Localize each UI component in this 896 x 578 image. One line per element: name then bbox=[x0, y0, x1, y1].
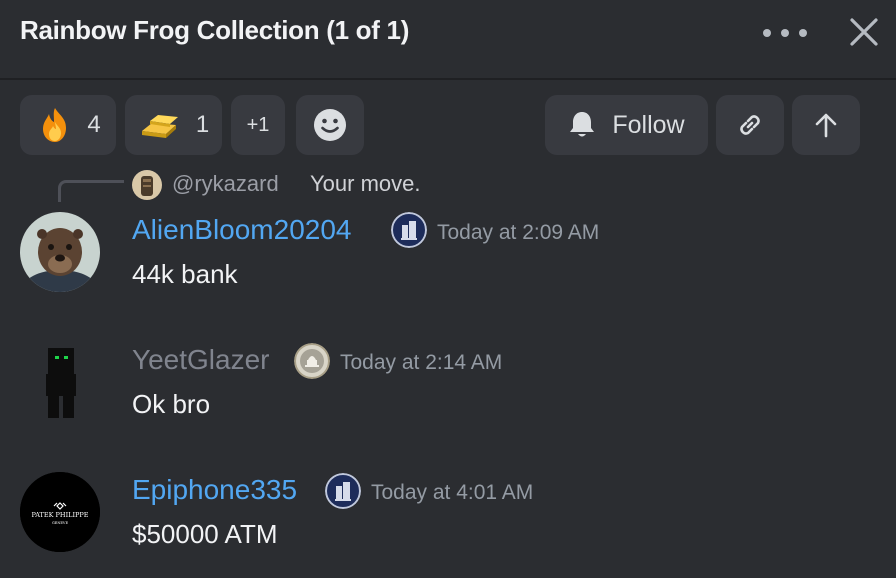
message-list: @rykazard Your move. AlienBloom20204 Tod… bbox=[0, 170, 896, 578]
smiley-icon bbox=[314, 109, 346, 141]
arrow-up-icon bbox=[815, 113, 837, 138]
fire-emoji-icon bbox=[43, 108, 67, 142]
bell-icon bbox=[570, 112, 595, 137]
message-text: 44k bank bbox=[132, 259, 238, 289]
message-text: Ok bro bbox=[132, 389, 211, 419]
follow-label: Follow bbox=[612, 110, 685, 139]
reaction-count: 1 bbox=[195, 111, 210, 138]
building-badge-icon[interactable] bbox=[325, 473, 361, 509]
reply-author[interactable]: @rykazard bbox=[172, 171, 279, 197]
reply-text[interactable]: Your move. bbox=[310, 171, 420, 197]
capitol-badge-icon[interactable] bbox=[294, 343, 330, 379]
avatar[interactable] bbox=[20, 342, 100, 422]
message-username[interactable]: AlienBloom20204 bbox=[132, 214, 352, 246]
building-badge-icon[interactable] bbox=[391, 212, 427, 248]
thread-title: Rainbow Frog Collection (1 of 1) bbox=[20, 15, 410, 45]
follow-button[interactable]: Follow bbox=[545, 95, 708, 155]
message-timestamp: Today at 2:09 AM bbox=[437, 221, 600, 244]
thread-header: Rainbow Frog Collection (1 of 1) bbox=[0, 0, 896, 80]
message-timestamp: Today at 2:14 AM bbox=[340, 351, 503, 374]
logo-brand-text: PATEK PHILIPPE bbox=[31, 511, 88, 519]
reply-avatar[interactable] bbox=[132, 170, 162, 200]
copy-link-button[interactable] bbox=[716, 95, 784, 155]
thread-toolbar: 4 1 +1 Follow bbox=[0, 80, 896, 170]
reaction-fire[interactable]: 4 bbox=[20, 95, 116, 155]
reaction-count: 4 bbox=[87, 111, 101, 138]
close-icon[interactable] bbox=[848, 16, 880, 48]
link-icon bbox=[740, 115, 760, 135]
more-horizontal-icon[interactable] bbox=[762, 28, 808, 38]
message-text: $50000 ATM bbox=[132, 519, 278, 549]
gold-bars-emoji-icon bbox=[141, 115, 178, 138]
scroll-up-button[interactable] bbox=[792, 95, 860, 155]
message-username[interactable]: YeetGlazer bbox=[132, 344, 270, 376]
add-reaction-button[interactable] bbox=[296, 95, 364, 155]
reaction-gold[interactable]: 1 bbox=[125, 95, 222, 155]
avatar[interactable] bbox=[20, 212, 100, 292]
reaction-more[interactable]: +1 bbox=[231, 95, 285, 155]
message-timestamp: Today at 4:01 AM bbox=[371, 481, 534, 504]
message-username[interactable]: Epiphone335 bbox=[132, 474, 297, 506]
logo-sub-text: GENEVE bbox=[52, 521, 68, 525]
reaction-count: +1 bbox=[246, 113, 270, 136]
avatar[interactable]: PATEK PHILIPPE GENEVE bbox=[20, 472, 100, 552]
reply-connector bbox=[58, 180, 124, 202]
patek-philippe-logo: PATEK PHILIPPE GENEVE bbox=[20, 472, 100, 552]
